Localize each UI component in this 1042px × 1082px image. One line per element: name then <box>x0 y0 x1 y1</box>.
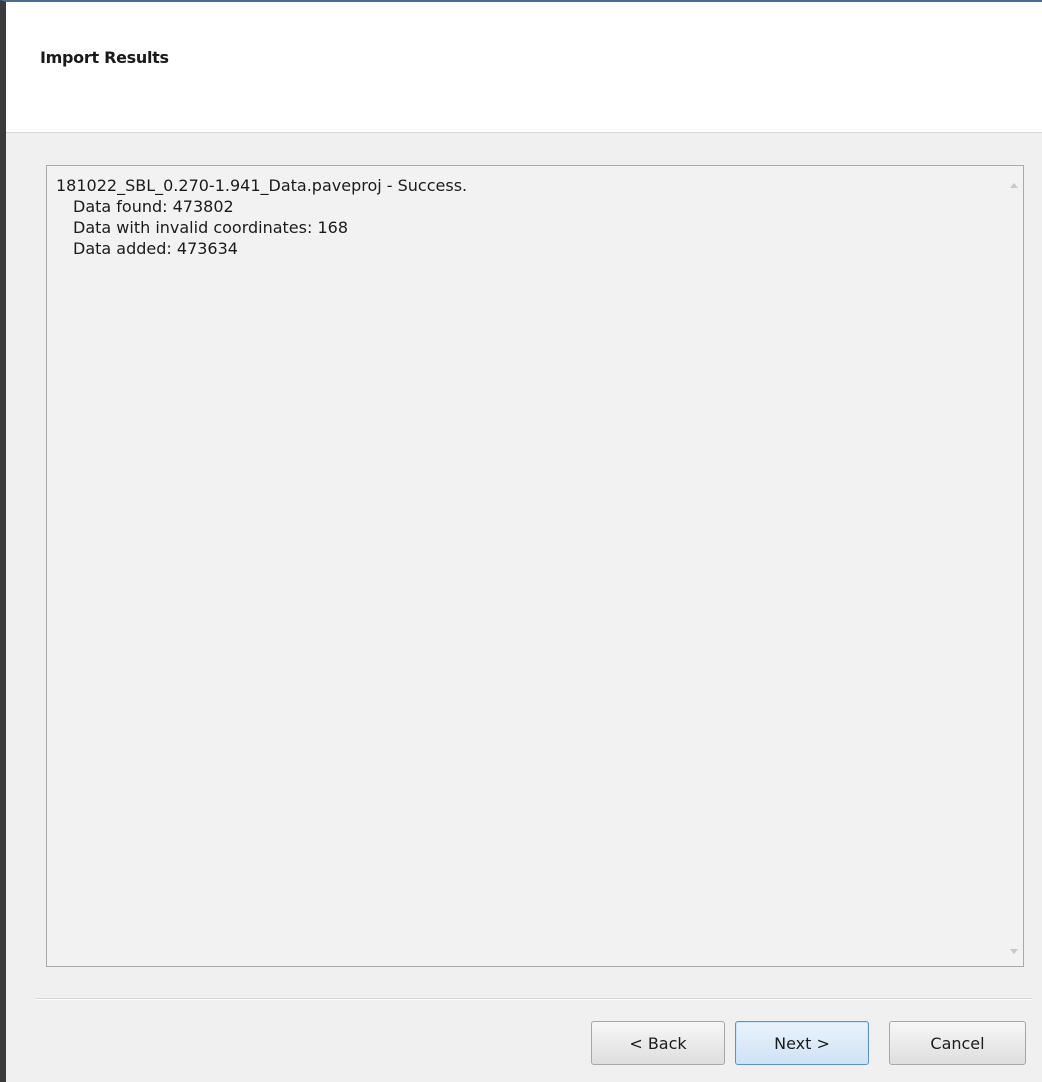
result-data-found: Data found: 473802 <box>73 197 234 216</box>
cancel-button[interactable]: Cancel <box>889 1021 1026 1065</box>
page-title: Import Results <box>40 48 169 67</box>
import-results-textbox[interactable]: 181022_SBL_0.270-1.941_Data.paveproj - S… <box>46 165 1024 967</box>
result-data-added: Data added: 473634 <box>73 239 238 258</box>
results-text: 181022_SBL_0.270-1.941_Data.paveproj - S… <box>56 175 993 259</box>
result-invalid-coordinates: Data with invalid coordinates: 168 <box>73 218 348 237</box>
chevron-down-icon[interactable] <box>1005 942 1023 960</box>
vertical-scrollbar[interactable] <box>1005 166 1023 966</box>
import-wizard-window: Import Results 181022_SBL_0.270-1.941_Da… <box>0 0 1042 1082</box>
footer-separator <box>36 998 1032 1000</box>
result-file-status: 181022_SBL_0.270-1.941_Data.paveproj - S… <box>56 176 468 195</box>
back-button[interactable]: < Back <box>591 1021 725 1065</box>
next-button[interactable]: Next > <box>735 1021 869 1065</box>
chevron-up-icon[interactable] <box>1005 176 1023 194</box>
wizard-header: Import Results <box>6 2 1042 133</box>
